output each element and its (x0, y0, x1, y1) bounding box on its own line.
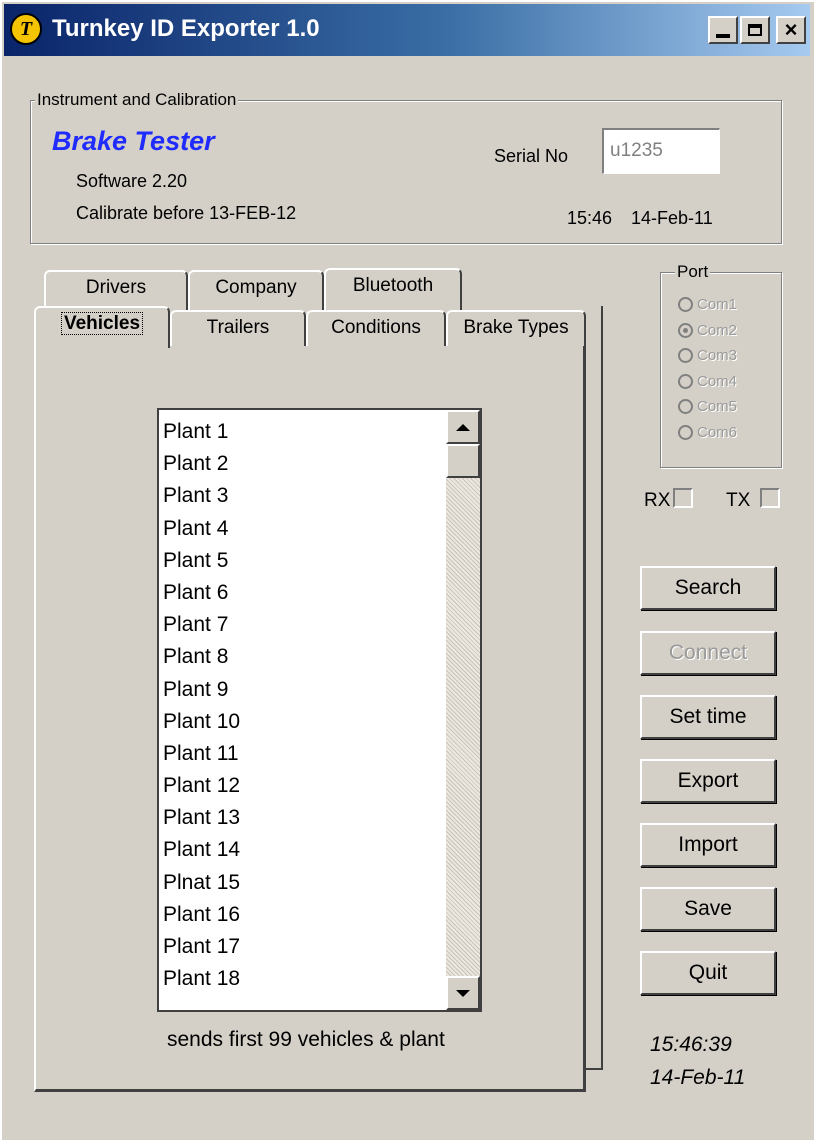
radio-button-icon[interactable] (678, 297, 693, 312)
minimize-icon (716, 34, 730, 38)
port-option-com4[interactable]: Com4 (678, 373, 737, 390)
calibration-due: Calibrate before 13-FEB-12 (76, 203, 297, 223)
scroll-down-arrow-icon (456, 989, 470, 997)
title-bar[interactable]: T Turnkey ID Exporter 1.0 × (4, 4, 810, 56)
import-button[interactable]: Import (640, 823, 776, 867)
tx-label: TX (726, 490, 751, 511)
maximize-icon (748, 24, 762, 36)
tab-conditions[interactable]: Conditions (306, 310, 446, 346)
vehicle-list-item[interactable]: Plant 8 (163, 641, 240, 673)
port-option-com6[interactable]: Com6 (678, 424, 737, 441)
tab-vehicles-label: Vehicles (60, 312, 144, 335)
instrument-name: Brake Tester (52, 126, 215, 156)
vehicles-note: sends first 99 vehicles & plant (167, 1028, 445, 1051)
port-option-com1[interactable]: Com1 (678, 296, 737, 313)
scroll-down-button[interactable] (446, 976, 480, 1010)
vehicle-list-item[interactable]: Plant 14 (163, 834, 240, 866)
vehicle-list-item[interactable]: Plant 7 (163, 609, 240, 641)
vehicle-list-item[interactable]: Plant 4 (163, 513, 240, 545)
vehicle-list-item[interactable]: Plant 6 (163, 577, 240, 609)
serial-number-field[interactable]: u1235 (602, 128, 720, 174)
port-option-label: Com6 (697, 423, 738, 441)
radio-button-icon[interactable] (678, 373, 693, 389)
clock-time: 15:46:39 (650, 1033, 732, 1056)
tab-bluetooth[interactable]: Bluetooth (324, 268, 462, 310)
maximize-button[interactable] (740, 16, 770, 44)
port-group-title: Port (675, 262, 711, 282)
scroll-up-arrow-icon (456, 423, 470, 431)
vehicle-list-item[interactable]: Plant 11 (163, 738, 240, 770)
vehicles-scrollbar[interactable] (446, 410, 480, 1010)
vehicle-list-item[interactable]: Plant 17 (163, 931, 240, 963)
port-option-label: Com1 (697, 296, 738, 313)
vehicle-list-item[interactable]: Plnat 15 (163, 867, 240, 899)
tab-brake-types[interactable]: Brake Types (446, 310, 586, 346)
instrument-time: 15:46 (567, 208, 613, 228)
radio-button-icon[interactable] (678, 322, 693, 338)
port-option-com5[interactable]: Com5 (678, 398, 737, 415)
app-icon-letter: T (19, 17, 33, 40)
radio-button-icon[interactable] (678, 424, 693, 440)
software-version: Software 2.20 (76, 171, 188, 191)
vehicle-list-item[interactable]: Plant 13 (163, 802, 240, 834)
vehicle-list-item[interactable]: Plant 3 (163, 480, 240, 512)
radio-button-icon[interactable] (678, 399, 693, 414)
vehicle-list-item[interactable]: Plant 5 (163, 545, 240, 577)
tab-vehicles[interactable]: Vehicles (34, 306, 170, 348)
close-button[interactable]: × (776, 16, 806, 44)
port-option-label: Com3 (697, 347, 738, 364)
vehicle-list: Plant 1 Plant 2 Plant 3 Plant 4 Plant 5 Plant… (163, 416, 240, 995)
scroll-up-button[interactable] (446, 410, 480, 444)
minimize-button[interactable] (708, 16, 738, 44)
vehicle-list-item[interactable]: Plant 12 (163, 770, 240, 802)
vehicle-list-item[interactable]: Plant 10 (163, 706, 240, 738)
scroll-thumb[interactable] (446, 444, 480, 478)
instrument-group-title: Instrument and Calibration (35, 90, 239, 110)
rx-indicator (673, 488, 693, 508)
save-button[interactable]: Save (640, 887, 776, 931)
set-time-button[interactable]: Set time (640, 695, 776, 739)
vehicle-list-item[interactable]: Plant 2 (163, 448, 240, 480)
port-option-label: Com4 (697, 372, 738, 390)
vehicle-list-item[interactable]: Plant 18 (163, 963, 240, 995)
vehicles-listbox[interactable]: Plant 1 Plant 2 Plant 3 Plant 4 Plant 5 Plant… (157, 408, 482, 1012)
close-icon: × (784, 17, 798, 42)
connect-button[interactable]: Connect (640, 631, 776, 675)
port-option-label: Com5 (697, 398, 738, 415)
port-option-com2[interactable]: Com2 (678, 322, 737, 339)
window-title: Turnkey ID Exporter 1.0 (52, 15, 320, 42)
port-option-com3[interactable]: Com3 (678, 347, 737, 364)
tab-trailers[interactable]: Trailers (170, 310, 306, 346)
port-option-label: Com2 (697, 321, 738, 339)
vehicle-list-item[interactable]: Plant 1 (163, 416, 240, 448)
export-button[interactable]: Export (640, 759, 776, 803)
quit-button[interactable]: Quit (640, 951, 776, 995)
search-button[interactable]: Search (640, 566, 776, 610)
tx-indicator (760, 488, 780, 508)
radio-button-icon[interactable] (678, 348, 693, 363)
vehicle-list-item[interactable]: Plant 16 (163, 899, 240, 931)
serial-number-label: Serial No (494, 146, 569, 166)
rx-label: RX (644, 490, 671, 511)
turnkey-app-icon: T (10, 13, 42, 45)
instrument-date: 14-Feb-11 (631, 208, 713, 228)
clock-date: 14-Feb-11 (650, 1066, 746, 1089)
vehicle-list-item[interactable]: Plant 9 (163, 674, 240, 706)
tab-company[interactable]: Company (188, 270, 324, 310)
tab-drivers[interactable]: Drivers (44, 270, 188, 310)
